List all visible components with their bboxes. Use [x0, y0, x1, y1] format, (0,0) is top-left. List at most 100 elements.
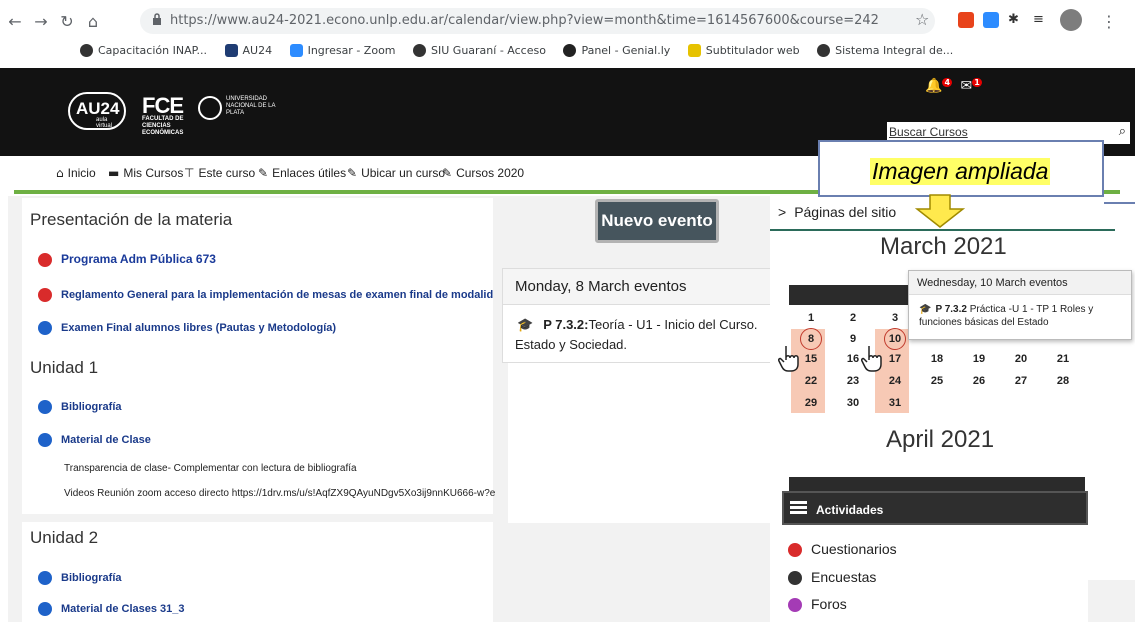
address-bar[interactable]: https://www.au24-2021.econo.unlp.edu.ar/…: [140, 8, 935, 34]
activity-link[interactable]: Reglamento General para la implementació…: [38, 288, 493, 302]
activity-type-link[interactable]: Cuestionarios: [788, 541, 897, 558]
pages-divider: [770, 229, 1115, 231]
menu-item-cursos-2020[interactable]: ✎ Cursos 2020: [442, 166, 524, 180]
wrench-icon: ✎: [347, 166, 358, 180]
calendar-blank-area: [508, 363, 780, 523]
url-text: https://www.au24-2021.econo.unlp.edu.ar/…: [170, 13, 879, 28]
activity-link[interactable]: Material de Clases 31_3: [38, 602, 185, 616]
browser-chrome: ← → ↻ ⌂ https://www.au24-2021.econo.unlp…: [0, 0, 1135, 68]
calendar-day[interactable]: 23: [843, 375, 863, 387]
pdf-icon: [38, 252, 52, 267]
section-presentacion: Presentación de la materia Programa Adm …: [22, 198, 493, 354]
calendar-day[interactable]: 21: [1053, 353, 1073, 365]
event-day-circle: [884, 328, 906, 350]
alerts-count-badge: 4: [942, 78, 953, 87]
menu-kebab-icon[interactable]: ⋮: [1100, 12, 1118, 31]
callout-label: Imagen ampliada: [870, 158, 1051, 185]
new-event-button[interactable]: Nuevo evento: [595, 199, 719, 243]
activity-link[interactable]: Bibliografía: [38, 400, 122, 414]
section-title: Unidad 1: [30, 358, 99, 377]
calendar-day[interactable]: 30: [843, 397, 863, 409]
message-icon[interactable]: ✉: [960, 78, 972, 94]
browser-toolbar: ← → ↻ ⌂ https://www.au24-2021.econo.unlp…: [0, 0, 1135, 42]
tooltip-header: Wednesday, 10 March eventos: [909, 271, 1131, 295]
activity-link[interactable]: Material de Clase: [38, 433, 151, 447]
calendar-day[interactable]: 29: [801, 397, 821, 409]
bookmark-item[interactable]: Ingresar - Zoom: [289, 44, 396, 57]
down-arrow-icon: [915, 194, 965, 228]
subtitulador-favicon-icon: [687, 44, 701, 57]
site-pages-link[interactable]: > Páginas del sitio: [778, 204, 896, 220]
home-icon[interactable]: ⌂: [84, 12, 102, 31]
unlp-seal-icon: [198, 96, 222, 120]
globe-icon: [413, 44, 427, 57]
menu-item-inicio[interactable]: ⌂ Inicio: [56, 166, 96, 180]
calendar-day[interactable]: 20: [1011, 353, 1031, 365]
activity-type-link[interactable]: Foros: [788, 596, 847, 613]
calendar-day[interactable]: 24: [885, 375, 905, 387]
au24-logo[interactable]: AU24 aula virtual: [68, 92, 126, 130]
activity-link[interactable]: Examen Final alumnos libres (Pautas y Me…: [38, 321, 336, 335]
search-icon[interactable]: ⌕: [1119, 124, 1126, 139]
globe-icon: [817, 44, 831, 57]
quiz-icon: [788, 543, 802, 558]
lock-icon: [153, 13, 161, 25]
bookmark-item[interactable]: Capacitación INAP...: [80, 44, 207, 57]
calendar-day[interactable]: 9: [843, 333, 863, 345]
survey-icon: [788, 571, 802, 586]
calendar-day[interactable]: 19: [969, 353, 989, 365]
profile-avatar[interactable]: [1060, 9, 1082, 31]
back-icon[interactable]: ←: [6, 12, 24, 31]
extension-zoom-icon[interactable]: [983, 12, 999, 28]
event-item[interactable]: 🎓 P 7.3.2:Teoría - U1 - Inicio del Curso.…: [515, 315, 780, 354]
bell-icon[interactable]: 🔔: [925, 78, 942, 94]
wrench-icon: ✎: [258, 166, 269, 180]
folder-icon: [38, 433, 52, 447]
menu-item-ubicar-curso[interactable]: ✎ Ubicar un curso: [347, 166, 445, 180]
bookmark-item[interactable]: AU24: [224, 44, 272, 57]
extensions-puzzle-icon[interactable]: ✱: [1008, 12, 1024, 28]
activity-type-link[interactable]: Encuestas: [788, 569, 876, 586]
calendar-day[interactable]: 18: [927, 353, 947, 365]
chevron-right-icon: >: [778, 204, 787, 220]
extension-office-icon[interactable]: [958, 12, 974, 28]
activity-link[interactable]: Programa Adm Pública 673: [38, 252, 216, 267]
forum-icon: [788, 598, 802, 613]
tooltip-event[interactable]: 🎓 P 7.3.2 Práctica -U 1 - TP 1 Roles y fu…: [919, 303, 1124, 329]
folder-icon: [38, 321, 52, 335]
reading-list-icon[interactable]: ≡: [1033, 12, 1049, 28]
calendar-day[interactable]: 28: [1053, 375, 1073, 387]
bookmark-star-icon[interactable]: ☆: [915, 10, 929, 29]
calendar-day[interactable]: 1: [801, 312, 821, 324]
calendar-day[interactable]: 16: [843, 353, 863, 365]
menu-item-este-curso[interactable]: ⊤ Este curso: [184, 166, 255, 180]
bookmark-item[interactable]: Subtitulador web: [687, 44, 800, 57]
bookmark-item[interactable]: Sistema Integral de...: [817, 44, 953, 57]
calendar-day[interactable]: 22: [801, 375, 821, 387]
menu-item-mis-cursos[interactable]: ▬ Mis Cursos: [108, 166, 183, 180]
bookmark-item[interactable]: SIU Guaraní - Acceso: [413, 44, 546, 57]
activity-link[interactable]: Bibliografía: [38, 571, 122, 585]
video-link-text[interactable]: Videos Reunión zoom acceso directo https…: [64, 488, 538, 499]
briefcase-icon: ▬: [108, 166, 120, 180]
messages-count-badge: 1: [972, 78, 982, 87]
calendar-day[interactable]: 3: [885, 312, 905, 324]
pointer-hand-icon: [778, 346, 799, 372]
calendar-day[interactable]: 15: [801, 353, 821, 365]
calendar-day[interactable]: 2: [843, 312, 863, 324]
calendar-day[interactable]: 17: [885, 353, 905, 365]
hamburger-icon: [790, 501, 807, 504]
calendar-day[interactable]: 26: [969, 375, 989, 387]
folder-icon: [38, 400, 52, 414]
menu-item-enlaces-utiles[interactable]: ✎ Enlaces útiles: [258, 166, 346, 180]
pdf-icon: [38, 288, 52, 302]
reload-icon[interactable]: ↻: [58, 12, 76, 31]
calendar-day[interactable]: 27: [1011, 375, 1031, 387]
globe-icon: [80, 44, 93, 57]
forward-icon[interactable]: →: [32, 12, 50, 31]
bookmarks-bar: Capacitación INAP... AU24 Ingresar - Zoo…: [80, 44, 967, 64]
calendar-day[interactable]: 25: [927, 375, 947, 387]
zoom-callout-box: Imagen ampliada: [818, 140, 1104, 197]
calendar-day[interactable]: 31: [885, 397, 905, 409]
bookmark-item[interactable]: Panel - Genial.ly: [563, 44, 670, 57]
